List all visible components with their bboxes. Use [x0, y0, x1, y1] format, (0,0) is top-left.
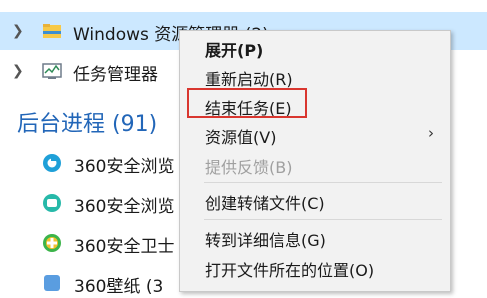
- menu-item-label: 重新启动(R): [205, 70, 293, 89]
- process-label: 任务管理器: [73, 65, 158, 85]
- process-label: 360壁纸 (3: [74, 277, 164, 297]
- menu-separator: [204, 219, 442, 220]
- menu-item-label: 提供反馈(B): [205, 158, 293, 177]
- menu-item-label: 展开(P): [205, 41, 264, 60]
- menu-item-restart[interactable]: 重新启动(R): [180, 61, 450, 91]
- submenu-arrow-icon: ›: [428, 124, 434, 142]
- process-label: 360安全卫士: [74, 237, 175, 257]
- menu-item-create-dump[interactable]: 创建转储文件(C): [180, 185, 450, 215]
- context-menu: 展开(P) 重新启动(R) 结束任务(E) 资源值(V) › 提供反馈(B) 创…: [179, 30, 451, 292]
- 360-browser-icon: [43, 154, 61, 172]
- menu-item-label: 创建转储文件(C): [205, 194, 325, 213]
- menu-item-expand[interactable]: 展开(P): [180, 32, 450, 62]
- 360-browser-icon: [43, 194, 61, 212]
- process-label: 360安全浏览: [74, 197, 175, 217]
- 360-security-icon: [43, 234, 61, 252]
- process-label: 360安全浏览: [74, 157, 175, 177]
- menu-item-label: 资源值(V): [205, 128, 277, 147]
- folder-icon: [43, 24, 61, 38]
- menu-item-label: 打开文件所在的位置(O): [205, 261, 375, 280]
- menu-item-label: 转到详细信息(G): [205, 231, 326, 250]
- menu-separator: [204, 182, 442, 183]
- 360-wallpaper-icon: [44, 275, 60, 291]
- chevron-right-icon[interactable]: ❯: [12, 24, 26, 38]
- menu-item-feedback: 提供反馈(B): [180, 149, 450, 179]
- menu-item-go-to-details[interactable]: 转到详细信息(G): [180, 222, 450, 252]
- menu-item-open-file-location[interactable]: 打开文件所在的位置(O): [180, 252, 450, 282]
- highlight-box: [187, 88, 307, 118]
- menu-item-resource-values[interactable]: 资源值(V) ›: [180, 119, 450, 149]
- chevron-right-icon[interactable]: ❯: [12, 64, 26, 78]
- task-manager-icon: [42, 63, 62, 79]
- background-processes-header: 后台进程 (91): [17, 112, 158, 137]
